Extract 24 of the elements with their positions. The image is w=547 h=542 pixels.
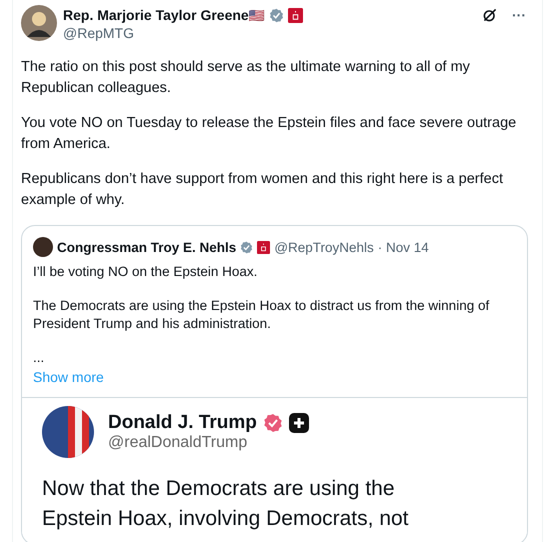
post-text: Republicans don’t have support from women and this right here is a perfect example of why.: [21, 170, 504, 210]
post-text: The ratio on this post should serve as the ultimate warning to all of my Republican colleagues.: [21, 58, 471, 98]
flag-emoji: 🇺🇸: [248, 8, 265, 22]
post-date: · Nov 14: [378, 240, 429, 254]
government-badge-icon: [257, 240, 270, 254]
embedded-post-text: Now that the Democrats are using the Epstein Hoax, involving Democrats, not: [42, 476, 410, 532]
author-handle: @realDonaldTrump: [108, 434, 248, 451]
government-badge-icon: [288, 8, 303, 22]
author-handle[interactable]: @RepMTG: [63, 25, 482, 41]
more-button[interactable]: ···: [512, 7, 526, 23]
quoted-text: I’ll be voting NO on the Epstein Hoax.: [32, 263, 258, 281]
avatar-icon[interactable]: [21, 5, 57, 41]
quoted-text: The Democrats are using the Epstein Hoax to distract us from the winning of President Trump and his administration.: [32, 297, 490, 333]
avatar-icon: [42, 406, 94, 458]
author-name: Donald J. Trump: [108, 412, 257, 434]
avatar-icon[interactable]: [33, 237, 53, 257]
post-text: You vote NO on Tuesday to release the Epstein files and face severe outrage from America.: [21, 114, 518, 154]
grok-icon[interactable]: [482, 7, 498, 23]
quoted-text: ...: [32, 349, 46, 367]
plus-badge-icon: [288, 413, 309, 433]
author-handle[interactable]: @RepTroyNehls: [274, 240, 374, 254]
author-name[interactable]: Congressman Troy E. Nehls: [57, 240, 236, 254]
quoted-post[interactable]: [21, 225, 528, 542]
author-name[interactable]: Rep. Marjorie Taylor Greene: [63, 7, 249, 23]
